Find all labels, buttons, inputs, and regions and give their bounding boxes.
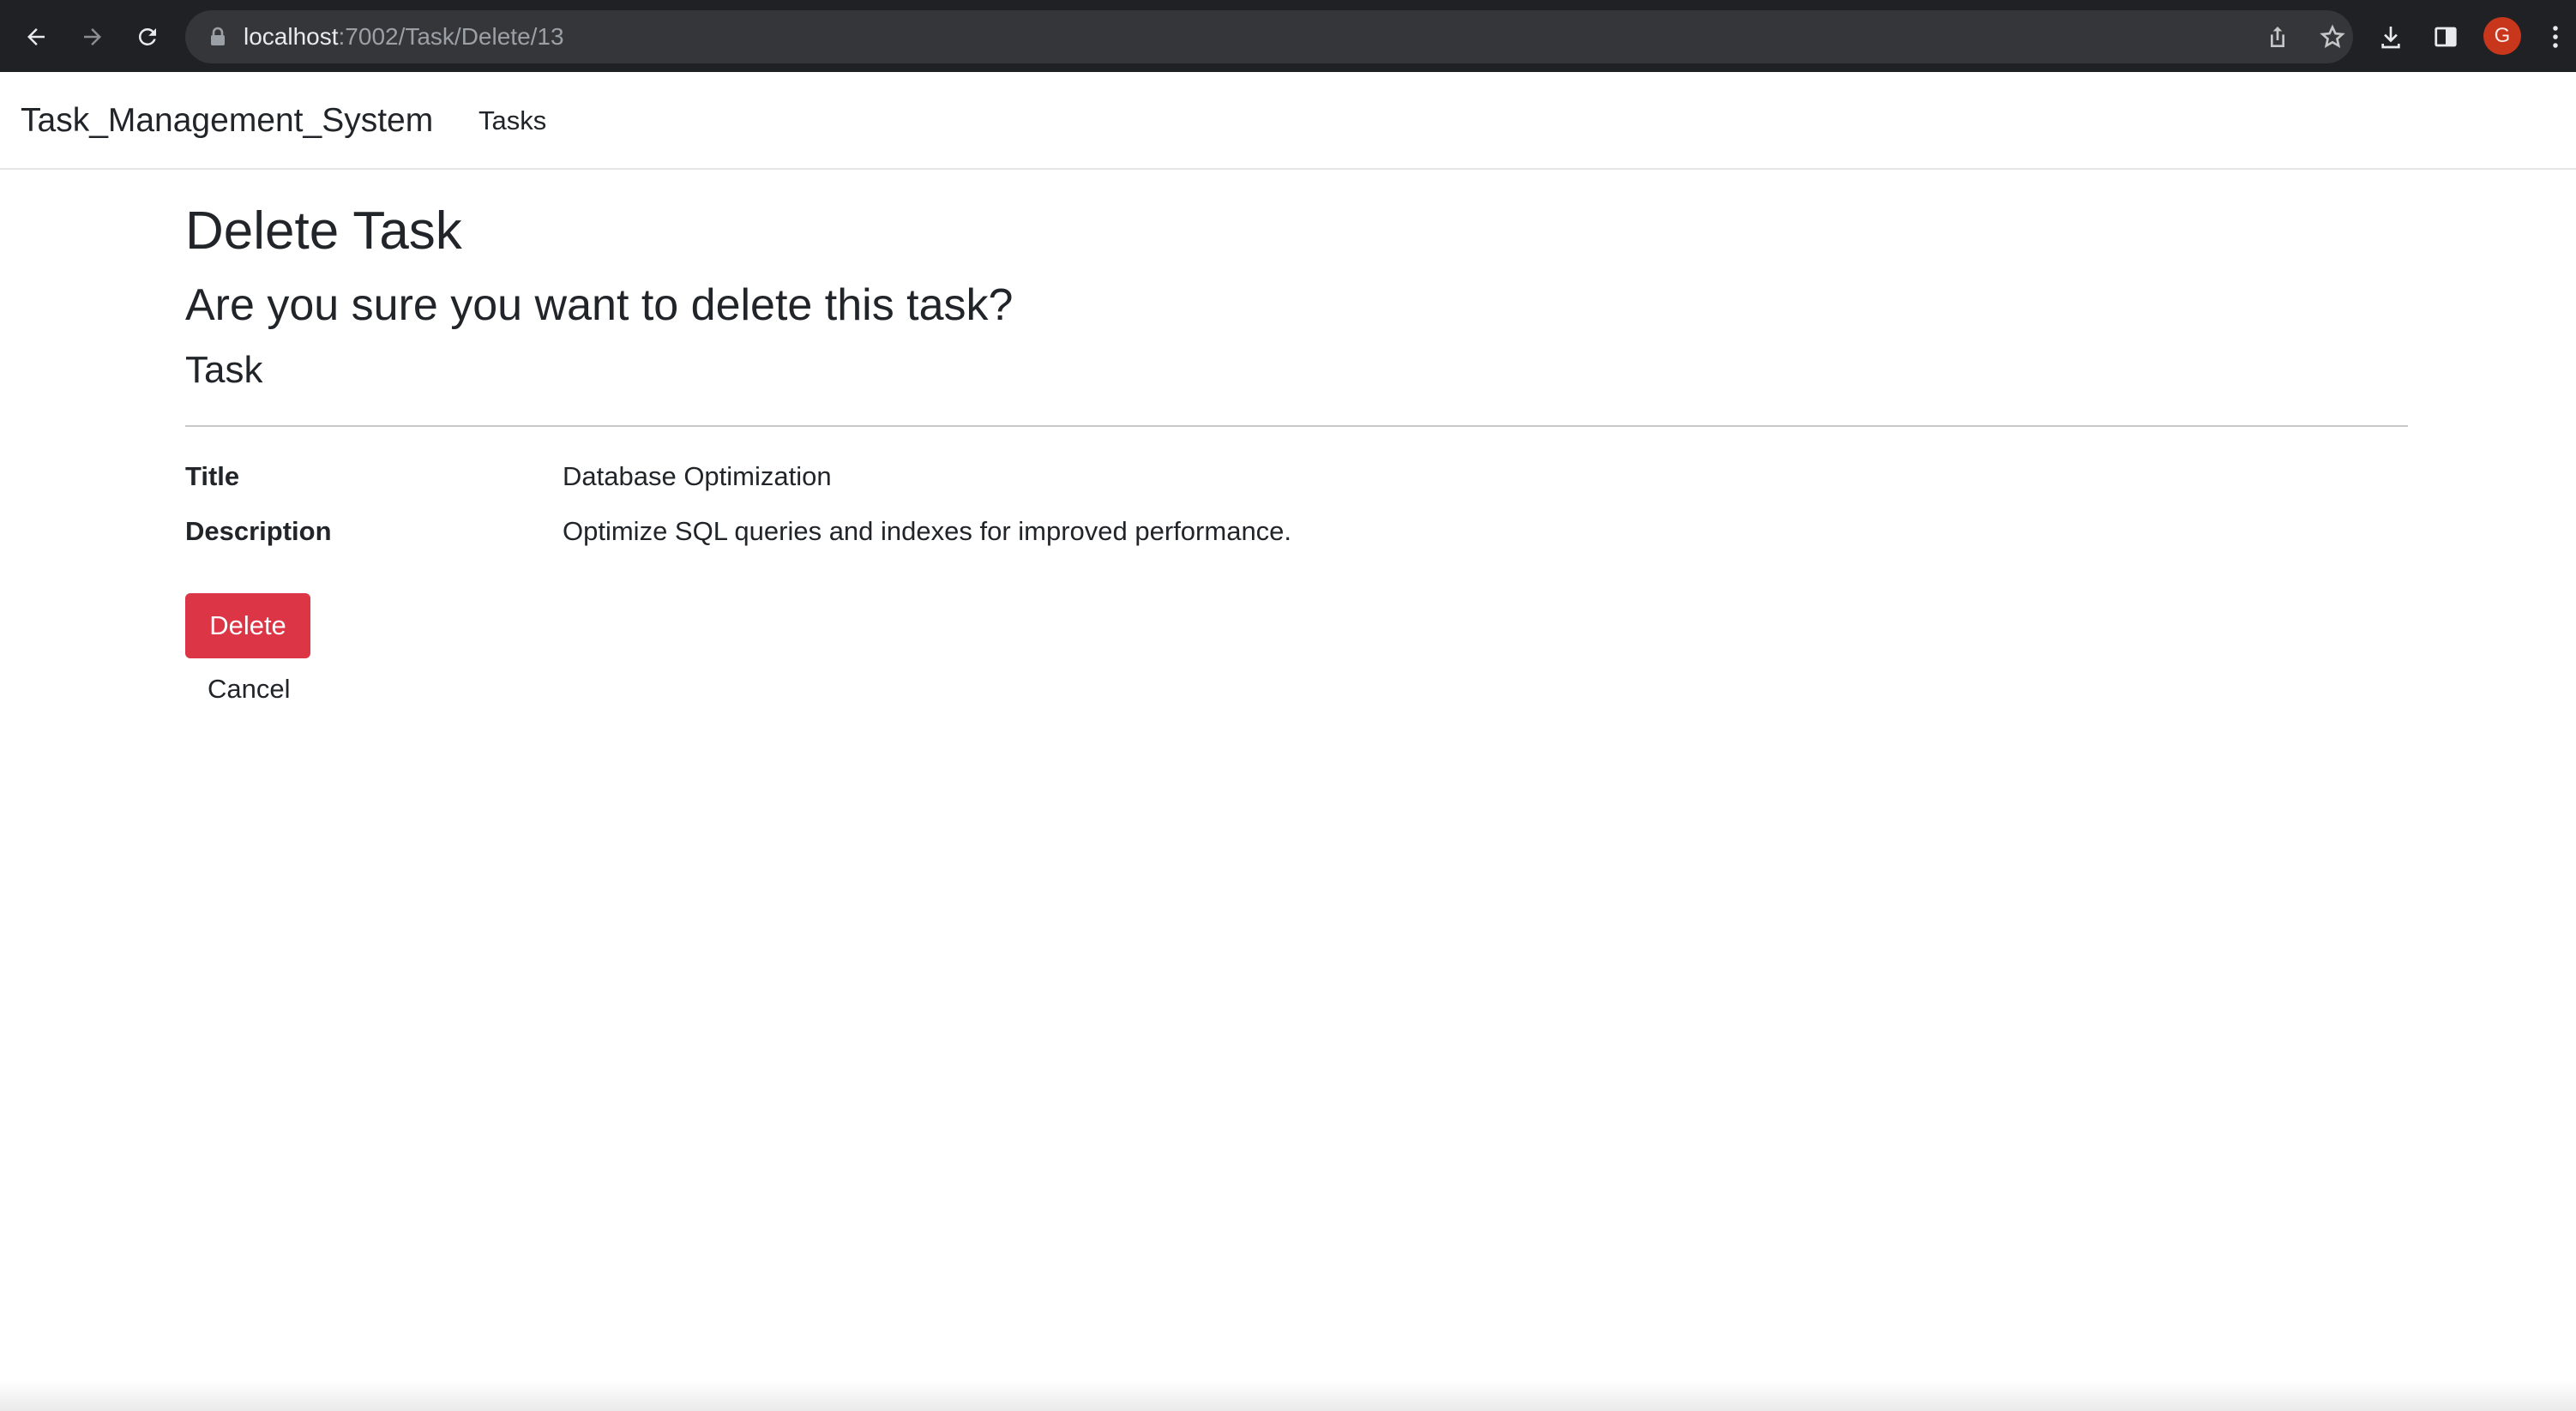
url-host: localhost <box>244 23 339 50</box>
forward-arrow-icon[interactable] <box>74 18 111 56</box>
delete-button[interactable]: Delete <box>185 593 310 658</box>
url-text[interactable]: localhost:7002/Task/Delete/13 <box>244 10 564 63</box>
browser-toolbar: localhost:7002/Task/Delete/13 G <box>0 0 2576 72</box>
page-title: Delete Task <box>185 201 462 261</box>
back-arrow-icon[interactable] <box>17 18 55 56</box>
confirm-question: Are you sure you want to delete this tas… <box>185 280 1014 330</box>
nav-link-tasks[interactable]: Tasks <box>478 72 546 170</box>
download-icon[interactable] <box>2372 18 2410 56</box>
field-value-description: Optimize SQL queries and indexes for imp… <box>563 516 1292 546</box>
kebab-menu-icon[interactable] <box>2540 18 2571 56</box>
star-icon[interactable] <box>2319 23 2346 51</box>
share-icon[interactable] <box>2264 23 2291 51</box>
bottom-edge-shadow <box>0 1380 2576 1411</box>
field-label-title: Title <box>185 461 240 491</box>
url-path: :7002/Task/Delete/13 <box>338 23 564 50</box>
address-bar[interactable]: localhost:7002/Task/Delete/13 <box>185 10 2353 63</box>
reload-icon[interactable] <box>129 18 166 56</box>
field-value-title: Database Optimization <box>563 461 832 491</box>
lock-icon[interactable] <box>209 27 226 51</box>
divider <box>185 425 2408 427</box>
navbar-brand[interactable]: Task_Management_System <box>21 72 433 170</box>
section-heading: Task <box>185 349 263 391</box>
cancel-link[interactable]: Cancel <box>208 672 291 706</box>
field-label-description: Description <box>185 516 332 546</box>
profile-avatar[interactable]: G <box>2483 17 2521 55</box>
app-navbar: Task_Management_System Tasks <box>0 72 2576 170</box>
side-panel-icon[interactable] <box>2427 18 2465 56</box>
